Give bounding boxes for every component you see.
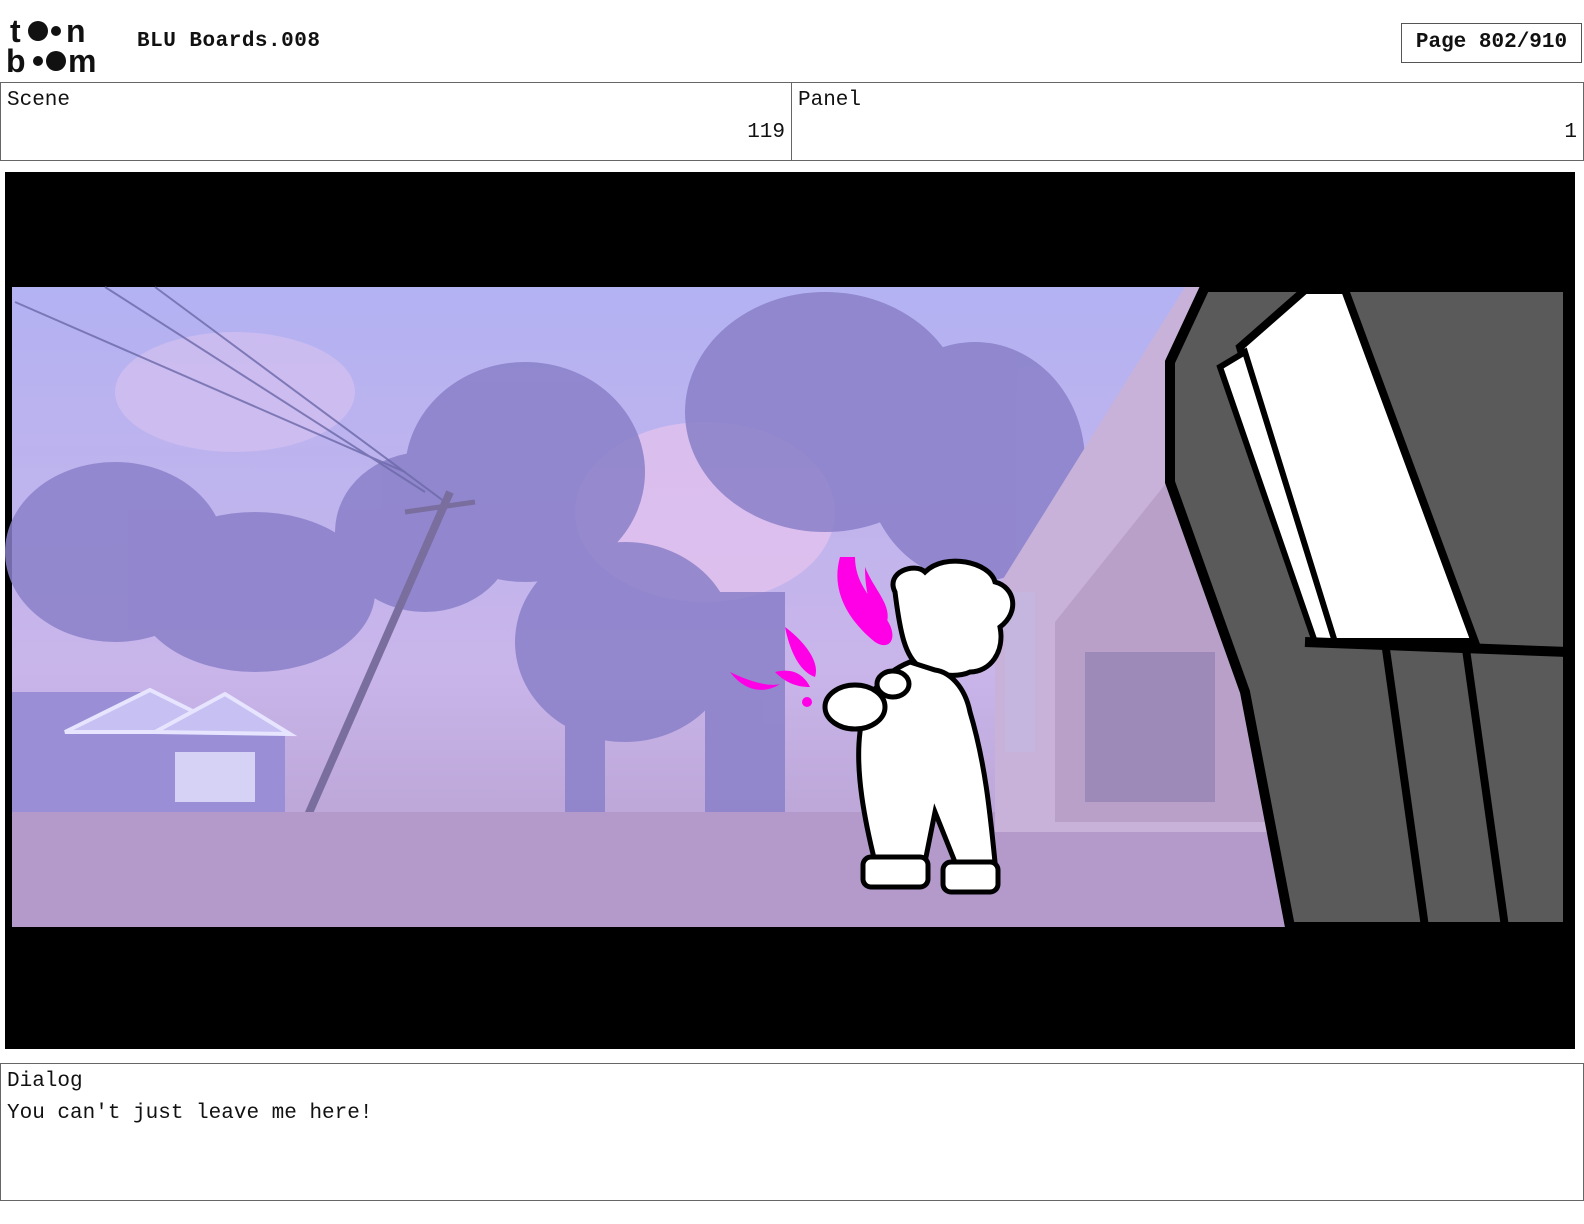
- scene-label: Scene: [7, 89, 71, 112]
- storyboard-frame: [5, 172, 1575, 1049]
- svg-text:b: b: [6, 43, 26, 76]
- storyboard-drawing: [5, 282, 1573, 932]
- scene-cell: Scene 119: [0, 83, 792, 160]
- panel-cell: Panel 1: [792, 83, 1584, 160]
- toon-boom-logo: t n b m: [4, 13, 116, 79]
- dialog-text: You can't just leave me here!: [7, 1102, 373, 1125]
- dialog-label: Dialog: [7, 1070, 83, 1093]
- panel-label: Panel: [798, 89, 862, 112]
- page-counter: Page 802/910: [1401, 23, 1582, 63]
- houses-left: [12, 687, 298, 812]
- panel-value: 1: [1564, 121, 1577, 144]
- document-title: BLU Boards.008: [137, 30, 321, 53]
- svg-text:m: m: [68, 43, 96, 76]
- dialog-box: Dialog You can't just leave me here!: [0, 1063, 1584, 1201]
- scene-panel-row: Scene 119 Panel 1: [0, 82, 1584, 161]
- scene-value: 119: [747, 121, 785, 144]
